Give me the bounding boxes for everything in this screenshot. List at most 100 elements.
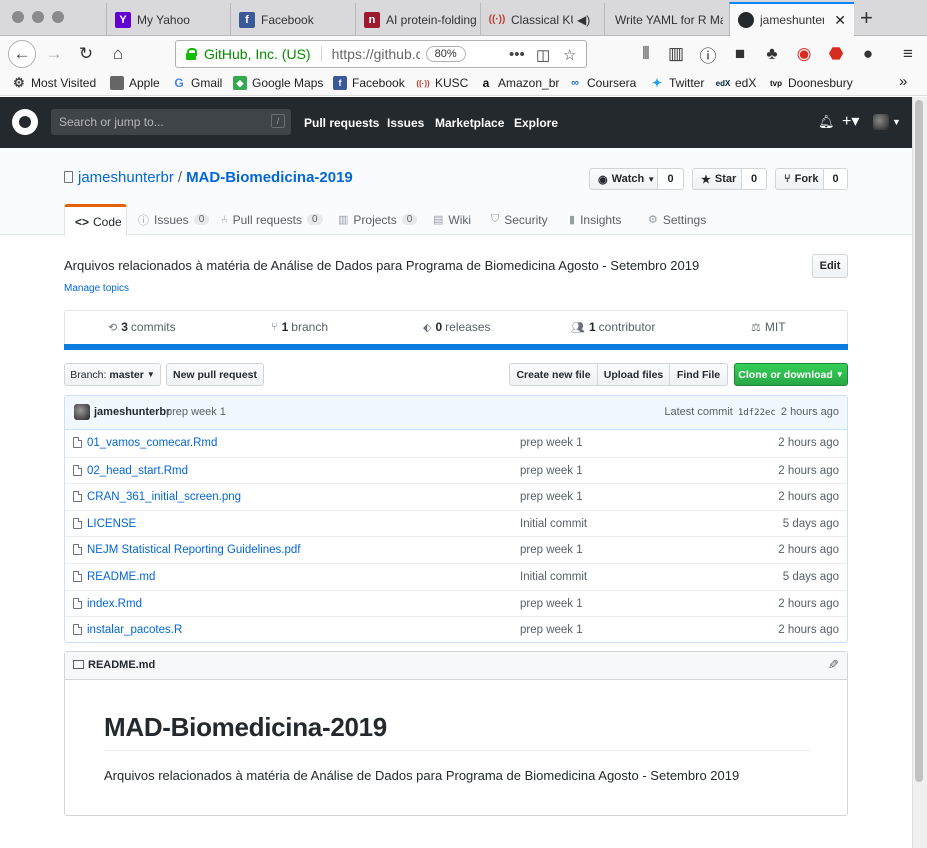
plus-dropdown-icon[interactable]: +▾ (842, 111, 859, 131)
tab-insights[interactable]: ▮ Insights (569, 204, 621, 235)
nav-pull-requests[interactable]: Pull requests (304, 116, 379, 130)
file-commit-message[interactable]: prep week 1 (520, 624, 583, 636)
file-name-link[interactable]: CRAN_361_initial_screen.png (87, 491, 241, 503)
tab-wiki[interactable]: ▤ Wiki (433, 204, 471, 235)
find-file-button[interactable]: Find File (669, 363, 728, 386)
file-name-link[interactable]: index.Rmd (87, 598, 142, 610)
tab-security[interactable]: ⛉ Security (491, 204, 548, 235)
file-name-link[interactable]: LICENSE (87, 518, 136, 530)
bell-icon[interactable]: 🔔︎ (818, 114, 835, 130)
tab-pull-requests[interactable]: ⑃ Pull requests 0 (221, 204, 323, 235)
bookmark-facebook[interactable]: f Facebook (333, 76, 405, 90)
upload-files-button[interactable]: Upload files (597, 363, 670, 386)
file-name-link[interactable]: instalar_pacotes.R (87, 624, 182, 636)
clone-or-download-button[interactable]: Clone or download ▼ (734, 363, 848, 386)
site-identity[interactable]: GitHub, Inc. (US) (204, 46, 322, 62)
tab-write-yaml[interactable]: Write YAML for R Ma (604, 3, 729, 36)
contributors-link[interactable]: 👥︎ 1 contributor (571, 320, 655, 334)
url-bar[interactable]: GitHub, Inc. (US) https://github.com/jam… (175, 40, 587, 68)
menu-hamburger-icon[interactable]: ≡ (894, 40, 922, 68)
repo-owner-link[interactable]: jameshunterbr (78, 169, 174, 186)
branch-select[interactable]: Branch: master ▼ (64, 363, 161, 386)
bookmark-gmail[interactable]: G Gmail (172, 76, 222, 90)
extension-lock-icon[interactable]: ■ (726, 40, 754, 68)
github-logo-icon[interactable] (12, 109, 38, 135)
bookmark-twitter[interactable]: ✦ Twitter (650, 76, 704, 90)
bookmark-google-maps[interactable]: ◆ Google Maps (233, 76, 323, 90)
tab-classical-kusc[interactable]: ((·)) Classical KUSC ◀) (480, 3, 604, 36)
tab-issues[interactable]: ⓘ Issues 0 (138, 204, 210, 235)
file-commit-message[interactable]: prep week 1 (520, 465, 583, 477)
star-button[interactable]: ★ Star (692, 168, 742, 190)
close-tab-icon[interactable]: ✕ (834, 12, 846, 29)
star-count[interactable]: 0 (742, 168, 767, 190)
eye-extension-icon[interactable]: ◉ (790, 40, 818, 68)
scrollbar-thumb[interactable] (915, 100, 923, 782)
tab-facebook[interactable]: f Facebook (230, 3, 355, 36)
account-icon[interactable]: ● (854, 40, 882, 68)
minimize-window-button[interactable] (32, 11, 44, 23)
create-new-file-button[interactable]: Create new file (509, 363, 598, 386)
file-name-link[interactable]: NEJM Statistical Reporting Guidelines.pd… (87, 544, 301, 556)
commits-link[interactable]: ⟲ 3 commits (108, 320, 176, 334)
tab-my-yahoo[interactable]: Y My Yahoo (106, 3, 230, 36)
edit-description-button[interactable]: Edit (812, 254, 848, 278)
bookmark-kusc[interactable]: ((·)) KUSC (416, 76, 468, 90)
tab-ai-protein-folding[interactable]: n AI protein-folding (355, 3, 480, 36)
tab-projects[interactable]: ▥ Projects 0 (338, 204, 418, 235)
page-actions-icon[interactable]: ••• (509, 46, 525, 63)
info-icon[interactable]: ⓘ (694, 40, 722, 68)
adblock-icon[interactable]: ⬣ (822, 40, 850, 68)
branches-link[interactable]: ⑂ 1 branch (271, 320, 328, 334)
pocket-icon[interactable]: ◫ (536, 46, 550, 64)
zoom-window-button[interactable] (52, 11, 64, 23)
commit-sha[interactable]: 1df22ec (738, 408, 776, 418)
chevron-down-icon[interactable]: ▼ (892, 117, 901, 127)
avatar[interactable] (873, 114, 889, 130)
file-commit-message[interactable]: prep week 1 (520, 491, 583, 503)
file-commit-message[interactable]: Initial commit (520, 518, 587, 530)
file-name-link[interactable]: README.md (87, 571, 155, 583)
close-window-button[interactable] (12, 11, 24, 23)
sidebar-icon[interactable]: ▥ (662, 40, 690, 68)
commit-message[interactable]: prep week 1 (166, 406, 226, 418)
file-commit-message[interactable]: prep week 1 (520, 598, 583, 610)
tab-settings[interactable]: ⚙ Settings (648, 204, 706, 235)
home-button[interactable]: ⌂ (104, 40, 132, 68)
nav-issues[interactable]: Issues (387, 116, 424, 130)
bookmark-apple[interactable]: Apple (110, 76, 160, 90)
speaker-icon[interactable]: ◀) (577, 13, 590, 27)
language-bar[interactable] (64, 344, 848, 350)
search-input[interactable]: Search or jump to... / (51, 109, 291, 135)
tab-github-repo[interactable]: jameshunterbr/MAD ✕ (729, 2, 854, 36)
new-tab-button[interactable]: + (860, 5, 873, 31)
library-icon[interactable]: ⫴ (632, 40, 660, 68)
file-commit-message[interactable]: prep week 1 (520, 544, 583, 556)
evernote-icon[interactable]: ♣ (758, 40, 786, 68)
license-link[interactable]: ⚖ MIT (751, 320, 786, 334)
commit-author[interactable]: jameshunterbr (94, 406, 170, 418)
new-pull-request-button[interactable]: New pull request (166, 363, 264, 386)
pencil-icon[interactable]: ✎ (828, 657, 839, 673)
releases-link[interactable]: ⬖ 0 releases (423, 320, 491, 334)
bookmark-amazon[interactable]: a Amazon_br (479, 76, 560, 90)
nav-marketplace[interactable]: Marketplace (435, 116, 504, 130)
bookmark-most-visited[interactable]: ⚙ Most Visited (12, 75, 96, 90)
reload-button[interactable]: ↻ (72, 40, 100, 68)
watch-button[interactable]: ◉ Watch ▼ (589, 168, 658, 190)
fork-count[interactable]: 0 (824, 168, 848, 190)
bookmark-star-icon[interactable]: ☆ (563, 46, 576, 64)
file-name-link[interactable]: 02_head_start.Rmd (87, 465, 188, 477)
bookmark-edx[interactable]: edX edX (716, 76, 757, 90)
forward-button[interactable]: → (40, 40, 68, 68)
url-text[interactable]: https://github.com/jameshunterbr/MAD-Bio… (332, 46, 420, 62)
tab-code[interactable]: <> Code (64, 204, 127, 236)
fork-button[interactable]: ⑂ Fork (775, 168, 824, 190)
bookmarks-overflow-icon[interactable]: » (899, 73, 907, 90)
file-name-link[interactable]: 01_vamos_comecar.Rmd (87, 437, 217, 449)
avatar[interactable] (74, 404, 90, 420)
file-commit-message[interactable]: prep week 1 (520, 437, 583, 449)
watch-count[interactable]: 0 (658, 168, 684, 190)
nav-explore[interactable]: Explore (514, 116, 558, 130)
bookmark-coursera[interactable]: ∞ Coursera (568, 76, 636, 90)
